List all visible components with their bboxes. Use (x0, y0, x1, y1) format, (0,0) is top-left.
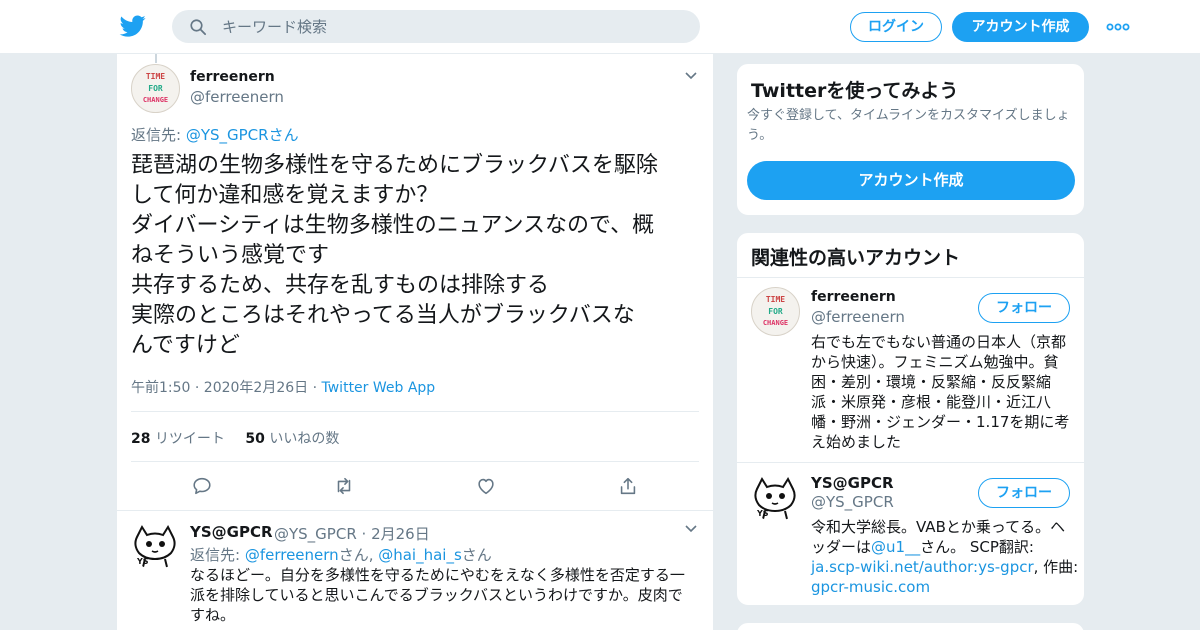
top-header: ログイン アカウント作成 (0, 0, 1200, 54)
related-accounts-card: 関連性の高いアカウント TIME FOR CHANGE ferreenern @… (736, 232, 1085, 606)
avatar-text-line: TIME (765, 295, 786, 304)
like-count: 50 (245, 431, 265, 447)
retweet-icon[interactable] (333, 475, 355, 497)
retweet-count: 28 (131, 431, 151, 447)
reply-date[interactable]: · 2月26日 (362, 525, 430, 543)
tweet-text-line: 実際のところはそれやってる当人がブラックバスな (131, 303, 635, 328)
ys-avatar-mark: YS (757, 509, 769, 518)
divider (737, 277, 1084, 278)
divider (117, 510, 714, 511)
reply-prefix: 返信先: (131, 126, 186, 144)
reply-to-line: 返信先: @YS_GPCRさん (131, 124, 299, 145)
retweet-label: リツイート (154, 431, 225, 447)
tweet-source-link[interactable]: Twitter Web App (322, 380, 436, 396)
divider (737, 462, 1084, 463)
tweet-timestamp[interactable]: 午前1:50 · 2020年2月26日 (131, 380, 308, 396)
reply-mid: さん, (338, 546, 379, 564)
reply-mention-link[interactable]: @hai_hai_s (378, 546, 462, 564)
avatar-text-line: FOR (148, 84, 163, 93)
bio-text: さん。 SCP翻訳: (920, 538, 1034, 556)
like-label: いいねの数 (269, 431, 340, 447)
avatar[interactable]: YS (131, 521, 180, 570)
account-bio: 令和大学総長。VABとか乗ってる。ヘ ッダーは@u1__さん。 SCP翻訳: j… (811, 517, 1078, 597)
reply-suffix: さん (461, 546, 492, 564)
search-icon (190, 19, 207, 36)
account-handle[interactable]: @ferreenern (811, 308, 905, 326)
signup-button[interactable]: アカウント作成 (952, 12, 1089, 42)
reply-mention-link[interactable]: @YS_GPCR (186, 126, 269, 144)
avatar-text-line: FOR (768, 307, 783, 316)
account-name[interactable]: YS@GPCR (811, 474, 894, 492)
retweet-stat[interactable]: 28 リツイート (131, 431, 225, 447)
avatar-text-line: CHANGE (142, 96, 169, 104)
promo-description: 今すぐ登録して、タイムラインをカスタマイズしましょう。 (747, 108, 1070, 143)
avatar[interactable]: TIME FOR CHANGE (751, 287, 800, 336)
tweet-text-line: 琵琶湖の生物多様性を守るためにブラックバスを駆除 (131, 153, 658, 178)
avatar-text-line: TIME (145, 72, 166, 81)
search-box[interactable] (172, 10, 700, 43)
bio-mention-link[interactable]: @u1__ (871, 538, 920, 556)
follow-button[interactable]: フォロー (978, 293, 1070, 323)
signup-promo-card: Twitterを使ってみよう 今すぐ登録して、タイムラインをカスタマイズしましょ… (736, 63, 1085, 216)
account-name[interactable]: ferreenern (811, 289, 896, 305)
twitter-bird-icon[interactable] (119, 13, 147, 39)
promo-signup-button[interactable]: アカウント作成 (747, 161, 1075, 200)
tweet-text-line: んですけど (131, 333, 240, 358)
like-stat[interactable]: 50 いいねの数 (245, 431, 339, 447)
divider (131, 461, 699, 462)
bio-url-link[interactable]: ja.scp-wiki.net/author:ys-gpcr (811, 558, 1034, 576)
reply-icon[interactable] (191, 475, 213, 497)
tweet-text: 琵琶湖の生物多様性を守るためにブラックバスを駆除 して何か違和感を覚えますか？ … (131, 151, 706, 361)
tweet-text-line: ねそういう感覚です (131, 243, 330, 268)
bio-line: ja.scp-wiki.net/author:ys-gpcr, 作曲: (811, 557, 1078, 577)
next-card-peek (736, 622, 1085, 630)
search-input[interactable] (222, 10, 682, 43)
divider (131, 411, 699, 412)
thread-connector-line (155, 54, 157, 63)
bio-line: 困・差別・環境・反緊縮・反反緊縮 (811, 373, 1052, 391)
author-handle[interactable]: @ferreenern (190, 88, 284, 106)
ys-avatar-mark: YS (137, 557, 149, 566)
tweet-text-line: して何か違和感を覚えますか？ (131, 183, 439, 208)
chevron-down-icon[interactable] (684, 71, 698, 81)
bio-line: ッダーは@u1__さん。 SCP翻訳: (811, 537, 1078, 557)
author-name[interactable]: ferreenern (190, 69, 275, 85)
tweet-text-line: 共存するため、共存を乱すものは排除する (131, 273, 550, 298)
reply-mention-link[interactable]: @ferreenern (245, 546, 339, 564)
avatar[interactable]: TIME FOR CHANGE (131, 64, 180, 113)
share-icon[interactable] (617, 475, 639, 497)
bio-text: ッダーは (811, 538, 872, 556)
account-bio: 右でも左でもない普通の日本人（京都 から快速）。フェミニズム勉強中。貧 困・差別… (811, 332, 1069, 452)
related-title: 関連性の高いアカウント (751, 247, 961, 269)
bio-text: , 作曲: (1033, 558, 1079, 576)
account-handle[interactable]: @YS_GPCR (811, 493, 894, 511)
login-button[interactable]: ログイン (850, 12, 942, 42)
meta-separator: · (312, 380, 318, 396)
tweet-text-line: ダイバーシティは生物多様性のニュアンスなので、概 (131, 213, 655, 238)
reply-prefix: 返信先: (190, 546, 245, 564)
reply-handle-text: @YS_GPCR (274, 525, 357, 543)
follow-button[interactable]: フォロー (978, 478, 1070, 508)
bio-line: gpcr-music.com (811, 577, 1078, 597)
bio-line: え始めました (811, 433, 902, 451)
tweet-stats: 28 リツイート 50 いいねの数 (131, 428, 339, 448)
bio-line: から快速）。フェミニズム勉強中。貧 (811, 353, 1059, 371)
avatar-text-line: CHANGE (762, 319, 789, 327)
more-options-icon[interactable] (1106, 18, 1130, 36)
like-heart-icon[interactable] (475, 475, 497, 497)
promo-title: Twitterを使ってみよう (751, 80, 959, 102)
reply-author-name[interactable]: YS@GPCR (190, 523, 273, 541)
bio-line: 幡・野洲・ジェンダー・1.17を期に考 (811, 413, 1070, 431)
reply-author-handle[interactable]: @YS_GPCR · 2月26日 (274, 523, 430, 544)
bio-line: 令和大学総長。VABとか乗ってる。ヘ (811, 518, 1066, 536)
bio-url-link[interactable]: gpcr-music.com (811, 578, 930, 596)
chevron-down-icon[interactable] (684, 524, 698, 534)
reply-to-line: 返信先: @ferreenernさん, @hai_hai_sさん (190, 544, 492, 565)
reply-text: なるほどー。自分を多様性を守るためにやむをえなく多様性を否定する一派を排除してい… (190, 566, 685, 624)
reply-suffix: さん (268, 126, 299, 144)
bio-line: 右でも左でもない普通の日本人（京都 (811, 333, 1067, 351)
bio-line: 派・米原発・彦根・能登川・近江八 (811, 393, 1052, 411)
avatar[interactable]: YS (751, 473, 800, 522)
tweet-metadata: 午前1:50 · 2020年2月26日 · Twitter Web App (131, 377, 435, 397)
